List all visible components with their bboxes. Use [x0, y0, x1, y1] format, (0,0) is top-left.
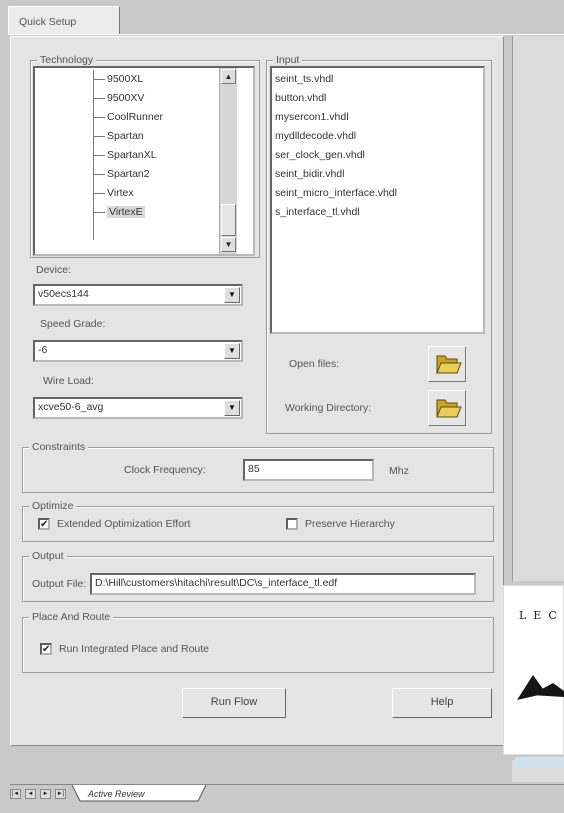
tree-item-9500xv[interactable]: 9500XV [93, 89, 144, 108]
logo-band [515, 757, 564, 767]
prev-tab-icon[interactable]: ◄ [25, 789, 36, 799]
list-item[interactable]: mydlldecode.vhdl [275, 127, 483, 146]
next-tab-icon[interactable]: ► [40, 789, 51, 799]
chevron-down-icon[interactable]: ▼ [224, 287, 240, 303]
input-title: Input [273, 53, 303, 67]
output-file-label: Output File: [32, 578, 87, 590]
logo-wordmark: LEC [519, 609, 564, 622]
chevron-down-icon[interactable]: ▼ [224, 400, 240, 416]
extended-optimization-checkbox[interactable]: ✔ [38, 518, 50, 530]
scroll-down-icon[interactable]: ▼ [221, 237, 236, 252]
input-file-list[interactable]: seint_ts.vhdl button.vhdl mysercon1.vhdl… [270, 66, 485, 334]
wire-load-value: xcve50-6_avg [38, 401, 104, 413]
help-button[interactable]: Help [392, 688, 492, 718]
speed-grade-label: Speed Grade: [40, 318, 106, 330]
open-files-button[interactable] [428, 346, 466, 382]
run-place-route-label: Run Integrated Place and Route [59, 643, 210, 655]
run-place-route-checkbox[interactable]: ✔ [40, 643, 52, 655]
open-files-label: Open files: [289, 358, 340, 370]
output-title: Output [29, 549, 67, 563]
run-flow-button[interactable]: Run Flow [182, 688, 286, 718]
list-item[interactable]: seint_micro_interface.vhdl [275, 184, 483, 203]
tree-item-spartan[interactable]: Spartan [93, 127, 144, 146]
speed-grade-value: -6 [38, 344, 48, 356]
working-directory-label: Working Directory: [285, 402, 372, 414]
technology-tree[interactable]: 9500XL 9500XV CoolRunner Spartan Spartan… [33, 66, 255, 256]
scroll-thumb[interactable] [221, 204, 236, 236]
tree-item-virtexe[interactable]: VirtexE [93, 203, 145, 222]
device-select[interactable]: v50ecs144 ▼ [33, 284, 243, 306]
speed-grade-select[interactable]: -6 ▼ [33, 340, 243, 362]
open-folder-icon [436, 355, 462, 374]
clock-frequency-input[interactable]: 85 [243, 459, 374, 481]
list-item[interactable]: s_interface_tl.vhdl [275, 203, 483, 222]
scroll-up-icon[interactable]: ▲ [221, 69, 236, 84]
working-directory-button[interactable] [428, 390, 466, 426]
list-item[interactable]: seint_bidir.vhdl [275, 165, 483, 184]
wire-load-label: Wire Load: [43, 375, 94, 387]
preserve-hierarchy-checkbox[interactable] [286, 518, 298, 530]
tree-item-spartanxl[interactable]: SpartanXL [93, 146, 157, 165]
wire-load-select[interactable]: xcve50-6_avg ▼ [33, 397, 243, 419]
last-tab-icon[interactable]: ►| [55, 789, 66, 799]
first-tab-icon[interactable]: |◄ [10, 789, 21, 799]
clock-frequency-label: Clock Frequency: [124, 464, 206, 476]
list-item[interactable]: seint_ts.vhdl [275, 70, 483, 89]
output-file-input[interactable]: D:\Hill\customers\hitachi\result\DC\s_in… [90, 573, 476, 595]
chevron-down-icon[interactable]: ▼ [224, 343, 240, 359]
optimize-title: Optimize [29, 499, 77, 513]
extended-optimization-label: Extended Optimization Effort [57, 518, 191, 530]
open-folder-icon [436, 399, 462, 418]
device-value: v50ecs144 [38, 288, 89, 300]
preserve-hierarchy-label: Preserve Hierarchy [305, 518, 395, 530]
tree-item-coolrunner[interactable]: CoolRunner [93, 108, 163, 127]
technology-title: Technology [37, 53, 97, 67]
logo-mark-icon [517, 675, 564, 700]
tree-item-spartan2[interactable]: Spartan2 [93, 165, 150, 184]
device-label: Device: [36, 264, 72, 276]
tab-divider [8, 34, 564, 35]
tree-item-virtex[interactable]: Virtex [93, 184, 134, 203]
list-item[interactable]: mysercon1.vhdl [275, 108, 483, 127]
clock-unit: Mhz [389, 465, 409, 477]
place-and-route-title: Place And Route [29, 610, 114, 624]
constraints-title: Constraints [29, 440, 89, 454]
right-side-strip [512, 36, 564, 581]
list-item[interactable]: button.vhdl [275, 89, 483, 108]
tree-item-9500xl[interactable]: 9500XL [93, 70, 143, 89]
list-item[interactable]: ser_clock_gen.vhdl [275, 146, 483, 165]
technology-scrollbar[interactable]: ▲ ▼ [219, 68, 237, 254]
tab-quick-setup[interactable]: Quick Setup [8, 6, 120, 34]
tab-active-review[interactable]: Active Review [88, 789, 145, 799]
